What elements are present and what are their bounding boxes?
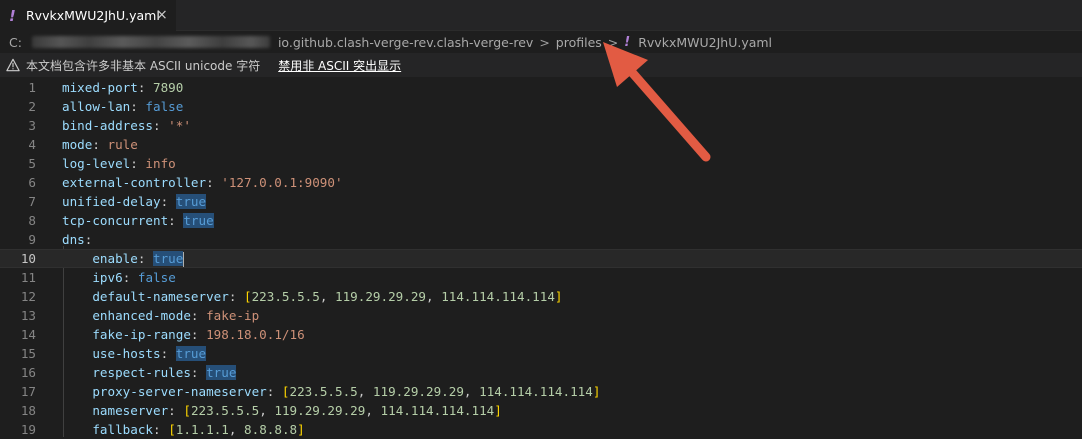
annotation-arrow-icon — [603, 42, 711, 162]
